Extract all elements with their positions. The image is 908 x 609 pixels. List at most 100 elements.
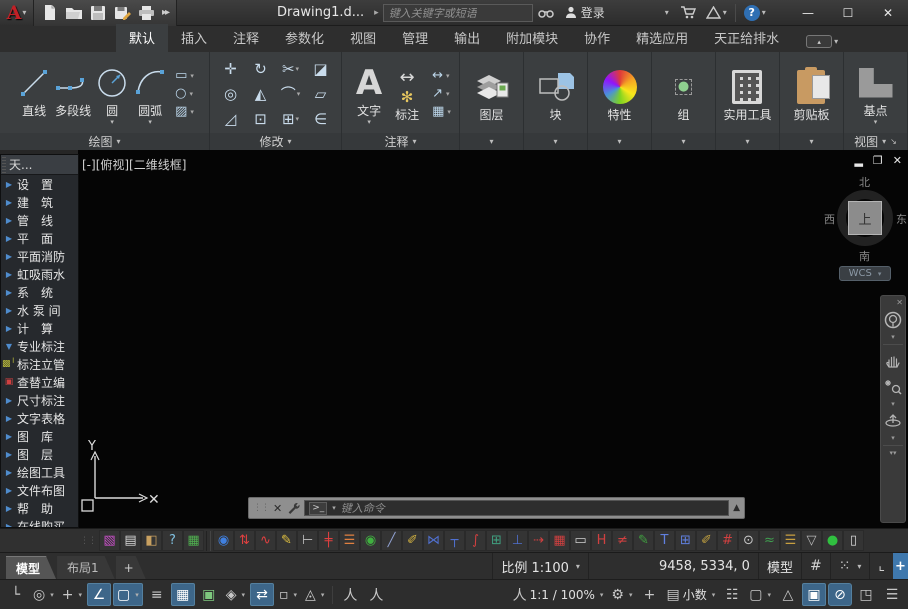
sidebar-item-9[interactable]: ▶计 算 bbox=[1, 319, 78, 337]
sidebar-item-8[interactable]: ▶水 泵 间 bbox=[1, 301, 78, 319]
sidebar-item-18[interactable]: ▶文件布图 bbox=[1, 481, 78, 499]
dialog-launcher-icon[interactable]: ↘ bbox=[890, 137, 897, 146]
drawing-restore-button[interactable]: ❐ bbox=[873, 154, 883, 167]
drawing-canvas[interactable]: [-][俯视][二维线框] ▂ ❐ ✕ 北 西 东 南 上 WCS▾ ✕ bbox=[78, 150, 908, 528]
layers-button[interactable]: 图层 bbox=[473, 66, 511, 122]
chevron-down-icon[interactable]: ▾ bbox=[834, 37, 838, 46]
image-tool[interactable]: ▭ bbox=[570, 530, 591, 551]
hanger-tool[interactable]: ∫ bbox=[465, 530, 486, 551]
basepoint-panel-expander[interactable]: 视图▾↘ bbox=[844, 133, 907, 150]
sidebar-item-17[interactable]: ▶绘图工具 bbox=[1, 463, 78, 481]
ribbon-tab-9[interactable]: 协作 bbox=[571, 24, 623, 52]
selection-cycling-toggle[interactable]: ▣ bbox=[197, 583, 221, 606]
application-menu-button[interactable]: A ▾ bbox=[0, 0, 34, 26]
table-tool[interactable]: ⊞ bbox=[486, 530, 507, 551]
sidebar-item-4[interactable]: ▶平 面 bbox=[1, 229, 78, 247]
a360-icon[interactable]: ▾ bbox=[701, 1, 732, 25]
pan-button[interactable] bbox=[882, 348, 904, 374]
ribbon-tab-3[interactable]: 注释 bbox=[220, 24, 272, 52]
navigation-wheel-button[interactable] bbox=[882, 307, 904, 333]
sidebar-item-13[interactable]: ▶尺寸标注 bbox=[1, 391, 78, 409]
faucet-tool[interactable]: ⊢ bbox=[297, 530, 318, 551]
graphics-performance-button[interactable]: ▣ bbox=[802, 583, 826, 606]
app-store-icon[interactable] bbox=[675, 1, 701, 25]
workspace-gear-button[interactable]: ⚙▾ bbox=[608, 583, 635, 606]
help-button[interactable]: ? ▾ bbox=[739, 1, 771, 25]
sidebar-item-3[interactable]: ▶管 线 bbox=[1, 211, 78, 229]
offset-tool[interactable]: ∈ bbox=[306, 106, 336, 131]
tee-tool[interactable]: ┬ bbox=[444, 530, 465, 551]
qat-open-button[interactable] bbox=[62, 2, 86, 24]
basepoint-button[interactable]: 基点▾ bbox=[859, 62, 893, 126]
groups-button[interactable]: ●组 bbox=[667, 66, 701, 122]
customization-button[interactable]: ☰ bbox=[880, 583, 904, 606]
chevron-down-icon[interactable]: ▾ bbox=[891, 400, 895, 408]
extend-node-tool[interactable]: ⇢ bbox=[528, 530, 549, 551]
snap-mode-toggle[interactable]: +▾ bbox=[59, 583, 85, 606]
draw-button-1[interactable]: 直线 bbox=[17, 62, 51, 118]
checklist-tool[interactable]: ☰ bbox=[780, 530, 801, 551]
lineweight-toggle[interactable]: ≡ bbox=[145, 583, 169, 606]
groups-panel-expander[interactable]: ▾ bbox=[652, 133, 715, 150]
grid-snap-toggle[interactable]: ▦ bbox=[171, 583, 195, 606]
viewcube-south[interactable]: 南 bbox=[859, 248, 870, 264]
viewcube-west[interactable]: 西 bbox=[824, 211, 835, 227]
terrain-tool[interactable]: ≈ bbox=[759, 530, 780, 551]
sidebar-item-12[interactable]: ▣查替立编 bbox=[1, 373, 78, 391]
add-scale-button[interactable]: + bbox=[893, 553, 908, 579]
annotation-scale-button[interactable]: 人1:1 / 100%▾ bbox=[510, 583, 607, 606]
wrench-icon[interactable] bbox=[286, 501, 300, 515]
clipboard-panel-expander[interactable]: ▾ bbox=[780, 133, 843, 150]
ribbon-tab-8[interactable]: 附加模块 bbox=[493, 24, 571, 52]
chevron-down-icon[interactable]: ▾ bbox=[891, 434, 895, 442]
grid-tool[interactable]: ▦ bbox=[549, 530, 570, 551]
view-zoom-tool[interactable]: ◉ bbox=[213, 530, 234, 551]
command-close-icon[interactable]: ✕ bbox=[273, 502, 282, 515]
clipboard-button[interactable]: 剪贴板 bbox=[793, 66, 829, 122]
hatch-tool[interactable]: ▨▾ bbox=[175, 104, 194, 119]
block-panel-expander[interactable]: ▾ bbox=[524, 133, 587, 150]
ribbon-tab-2[interactable]: 插入 bbox=[168, 24, 220, 52]
pipe-update-tool[interactable]: ⇅ bbox=[234, 530, 255, 551]
ribbon-tab-6[interactable]: 管理 bbox=[389, 24, 441, 52]
new-layout-button[interactable]: + bbox=[116, 556, 146, 579]
layout-grid-tool[interactable]: ⊞ bbox=[675, 530, 696, 551]
double-break-tool[interactable]: ≠ bbox=[612, 530, 633, 551]
viewcube-top-face[interactable]: 上 bbox=[848, 201, 882, 235]
draw-button-4[interactable]: 圆弧▾ bbox=[133, 62, 167, 126]
properties-button[interactable]: 特性 bbox=[603, 66, 637, 122]
isolate-objects-button[interactable]: △ bbox=[776, 583, 800, 606]
layers-panel-expander[interactable]: ▾ bbox=[460, 133, 523, 150]
qat-more-button[interactable]: ▸▸ bbox=[158, 7, 172, 18]
node-tool[interactable]: ◉ bbox=[360, 530, 381, 551]
text-tool[interactable]: T bbox=[654, 530, 675, 551]
fullscreen-button[interactable]: ◳ bbox=[854, 583, 878, 606]
units-button[interactable]: ▤小数▾ bbox=[663, 583, 718, 606]
box-tool[interactable]: ▱ bbox=[306, 81, 336, 106]
utilities-panel-expander[interactable]: ▾ bbox=[716, 133, 779, 150]
sidebar-item-14[interactable]: ▶文字表格 bbox=[1, 409, 78, 427]
help-settings-tool[interactable]: ? bbox=[162, 530, 183, 551]
model-space-icon[interactable]: └ bbox=[4, 583, 28, 606]
polar-tracking-toggle[interactable]: ∠ bbox=[87, 583, 111, 606]
screen-menu-header[interactable]: 天... bbox=[1, 155, 78, 175]
annotation-panel-title[interactable]: 注释▾ bbox=[342, 133, 459, 150]
text-button[interactable]: A 文字 ▾ bbox=[352, 62, 386, 126]
draw-pipe-tool[interactable]: ✎ bbox=[276, 530, 297, 551]
rectangle-tool[interactable]: ▭▾ bbox=[175, 68, 194, 83]
sphere-tool[interactable]: ● bbox=[822, 530, 843, 551]
screen-menu-toggle[interactable]: ▧ bbox=[99, 530, 120, 551]
ribbon-tab-4[interactable]: 参数化 bbox=[272, 24, 337, 52]
sidebar-item-19[interactable]: ▶帮 助 bbox=[1, 499, 78, 517]
wcs-dropdown[interactable]: WCS▾ bbox=[839, 266, 891, 281]
properties-panel-expander[interactable]: ▾ bbox=[588, 133, 651, 150]
help-search-input[interactable]: 键入关键字或短语 bbox=[383, 4, 533, 22]
close-button[interactable]: ✕ bbox=[868, 0, 908, 26]
pipe-system-tool[interactable]: ☰ bbox=[339, 530, 360, 551]
trim-tool[interactable]: ✂▾ bbox=[276, 56, 306, 81]
ribbon-tab-10[interactable]: 精选应用 bbox=[623, 24, 701, 52]
ribbon-tab-5[interactable]: 视图 bbox=[337, 24, 389, 52]
lock-ui-button[interactable]: ▢▾ bbox=[746, 583, 774, 606]
viewport-controls-label[interactable]: [-][俯视][二维线框] bbox=[82, 156, 186, 173]
viewcube[interactable]: 北 西 东 南 上 WCS▾ bbox=[825, 176, 905, 280]
